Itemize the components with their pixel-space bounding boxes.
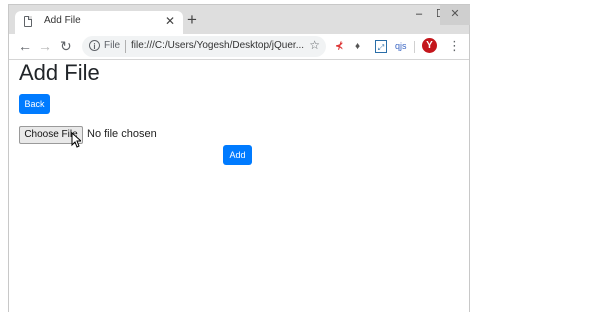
add-button[interactable]: Add <box>223 145 252 165</box>
title-bar: Add File ✕ + ‒ ☐ ✕ <box>9 5 470 34</box>
page-content: Add File Back Choose File No file chosen… <box>9 60 469 312</box>
page-title: Add File <box>19 60 100 85</box>
close-window-button[interactable]: ✕ <box>440 5 470 25</box>
back-arrow-icon[interactable]: ← <box>18 37 32 55</box>
forward-arrow-icon[interactable]: → <box>38 37 52 55</box>
new-tab-button[interactable]: + <box>187 11 197 28</box>
profile-avatar[interactable]: Y <box>422 38 437 53</box>
extension-red-icon[interactable]: ⊀ <box>335 40 343 53</box>
extension-screenshot-icon[interactable]: ⤢ <box>375 40 387 53</box>
extension-dropper-icon[interactable]: ♦ <box>355 40 360 53</box>
address-bar[interactable]: i File file:///C:/Users/Yogesh/Desktop/j… <box>82 36 326 57</box>
menu-dots-icon[interactable]: ⋮ <box>448 38 461 54</box>
file-status-text: No file chosen <box>87 128 157 140</box>
browser-window: Add File ✕ + ‒ ☐ ✕ ← → ↻ i File file:///… <box>8 4 470 312</box>
mouse-cursor-icon <box>71 132 81 148</box>
tab-close-icon[interactable]: ✕ <box>165 14 175 28</box>
tab-title: Add File <box>44 15 81 26</box>
page-icon <box>24 16 32 27</box>
reload-icon[interactable]: ↻ <box>60 37 72 55</box>
url-scheme: File <box>104 40 121 51</box>
browser-tab[interactable]: Add File ✕ <box>15 11 183 34</box>
omnibox-divider <box>125 40 126 53</box>
toolbar-divider <box>414 41 415 53</box>
extension-qjs-icon[interactable]: qjs <box>395 40 407 53</box>
info-icon[interactable]: i <box>89 40 100 51</box>
back-button[interactable]: Back <box>19 94 50 114</box>
bookmark-star-icon[interactable]: ☆ <box>309 38 320 52</box>
browser-toolbar: ← → ↻ i File file:///C:/Users/Yogesh/Des… <box>9 34 469 60</box>
url-text[interactable]: file:///C:/Users/Yogesh/Desktop/jQuer... <box>131 40 304 51</box>
